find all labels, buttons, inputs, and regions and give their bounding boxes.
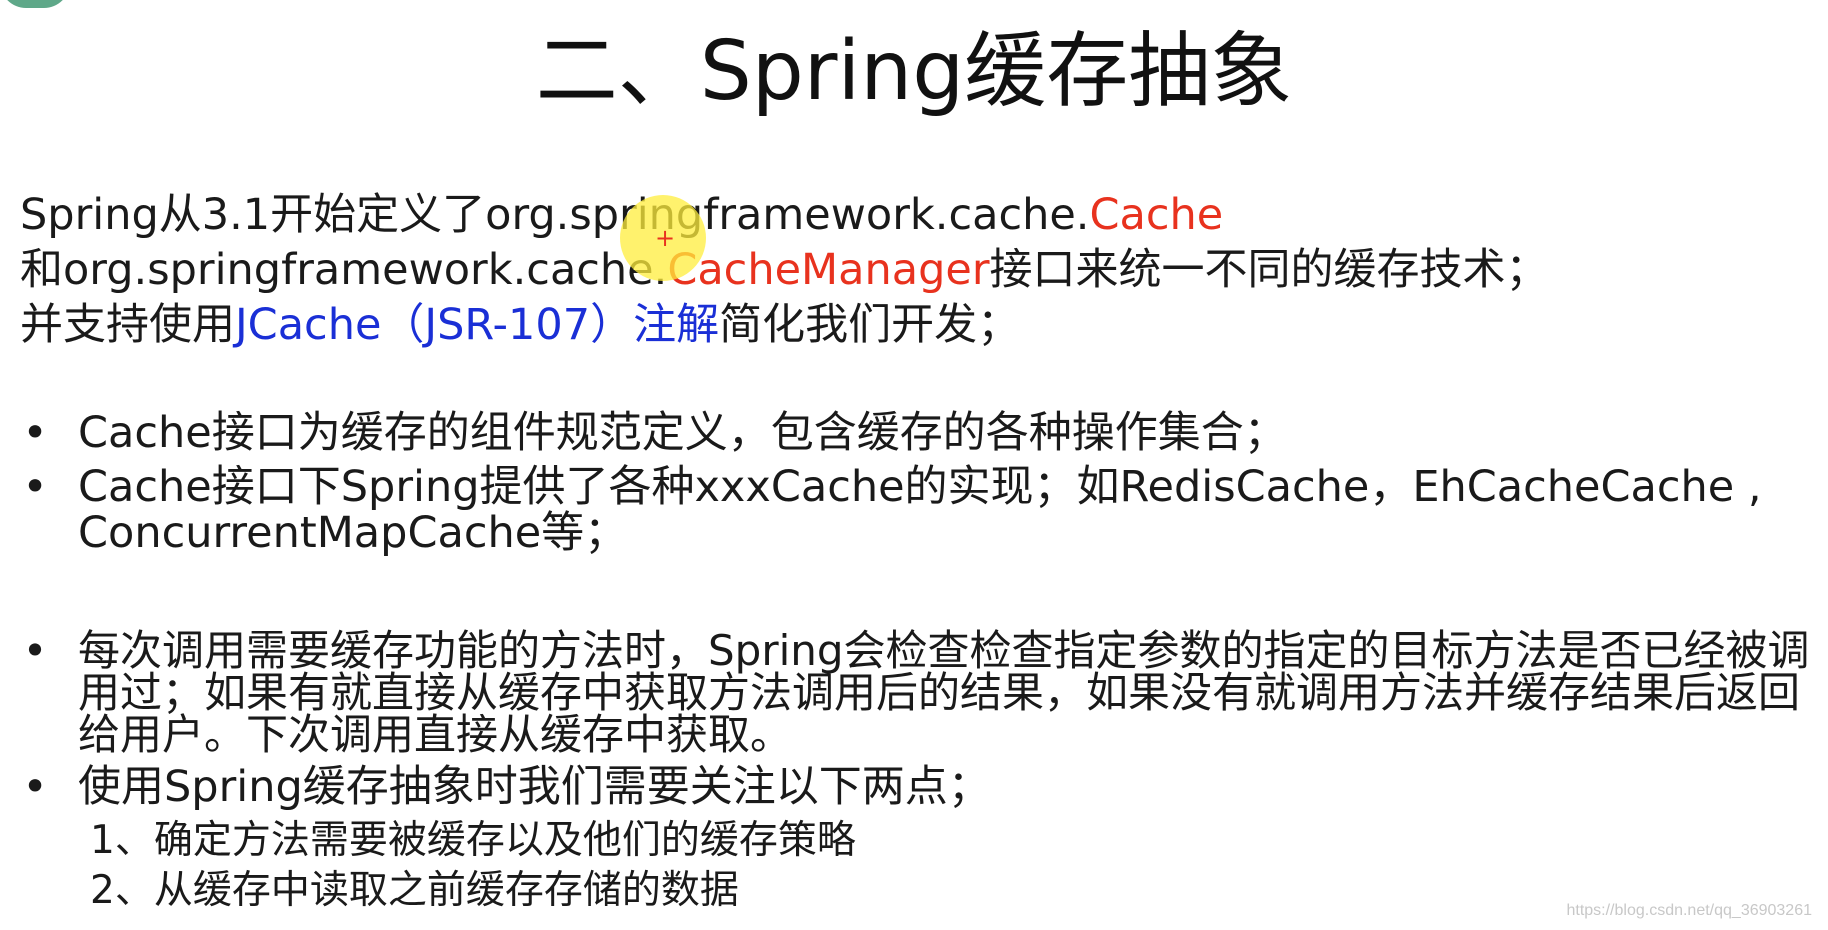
bullet-dot: • bbox=[22, 462, 48, 512]
intro-line-3-text: 并支持使用 bbox=[20, 300, 235, 350]
bullet-text: 使用Spring缓存抽象时我们需要关注以下两点； bbox=[78, 762, 991, 812]
intro-paragraph: Spring从3.1开始定义了org.springframework.cache… bbox=[20, 188, 1810, 353]
intro-line-1-text: Spring从3.1开始定义了org.springframework.cache… bbox=[20, 190, 1090, 240]
intro-line-1: Spring从3.1开始定义了org.springframework.cache… bbox=[20, 188, 1810, 243]
bullet-dot: • bbox=[22, 408, 48, 458]
intro-line-3: 并支持使用JCache（JSR-107）注解简化我们开发； bbox=[20, 298, 1810, 353]
bullet-text: Cache接口下Spring提供了各种xxxCache的实现；如RedisCac… bbox=[78, 462, 1762, 558]
bullet-item: • 使用Spring缓存抽象时我们需要关注以下两点； bbox=[20, 764, 1810, 810]
cache-manager-name: CacheManager bbox=[667, 245, 990, 295]
cursor-crosshair-icon: + bbox=[655, 224, 676, 252]
intro-line-2: 和org.springframework.cache.CacheManager接… bbox=[20, 243, 1810, 298]
bullet-item: • Cache接口为缓存的组件规范定义，包含缓存的各种操作集合； bbox=[20, 410, 1810, 456]
jcache-annotation-name: JCache（JSR-107）注解 bbox=[235, 300, 720, 350]
bullet-text: Cache接口为缓存的组件规范定义，包含缓存的各种操作集合； bbox=[78, 408, 1287, 458]
intro-line-2-suffix: 接口来统一不同的缓存技术； bbox=[989, 245, 1549, 295]
intro-line-2-text: 和org.springframework.cache. bbox=[20, 245, 668, 295]
sub-point: 2、从缓存中读取之前缓存存储的数据 bbox=[90, 868, 739, 913]
sub-point: 1、确定方法需要被缓存以及他们的缓存策略 bbox=[90, 818, 856, 863]
bullet-text: 每次调用需要缓存功能的方法时，Spring会检查检查指定参数的指定的目标方法是否… bbox=[78, 626, 1810, 759]
bullet-item: • 每次调用需要缓存功能的方法时，Spring会检查检查指定参数的指定的目标方法… bbox=[20, 630, 1810, 756]
bullet-list: • Cache接口为缓存的组件规范定义，包含缓存的各种操作集合； • Cache… bbox=[20, 410, 1810, 916]
bullet-dot: • bbox=[22, 626, 48, 675]
corner-decoration bbox=[0, 0, 70, 8]
bullet-dot: • bbox=[22, 762, 48, 812]
cache-interface-name: Cache bbox=[1089, 190, 1224, 240]
watermark: https://blog.csdn.net/qq_36903261 bbox=[1566, 902, 1812, 919]
bullet-item: • Cache接口下Spring提供了各种xxxCache的实现；如RedisC… bbox=[20, 464, 1810, 556]
intro-line-3-suffix: 简化我们开发； bbox=[719, 300, 1021, 350]
slide-title: 二、Spring缓存抽象 bbox=[535, 24, 1293, 119]
